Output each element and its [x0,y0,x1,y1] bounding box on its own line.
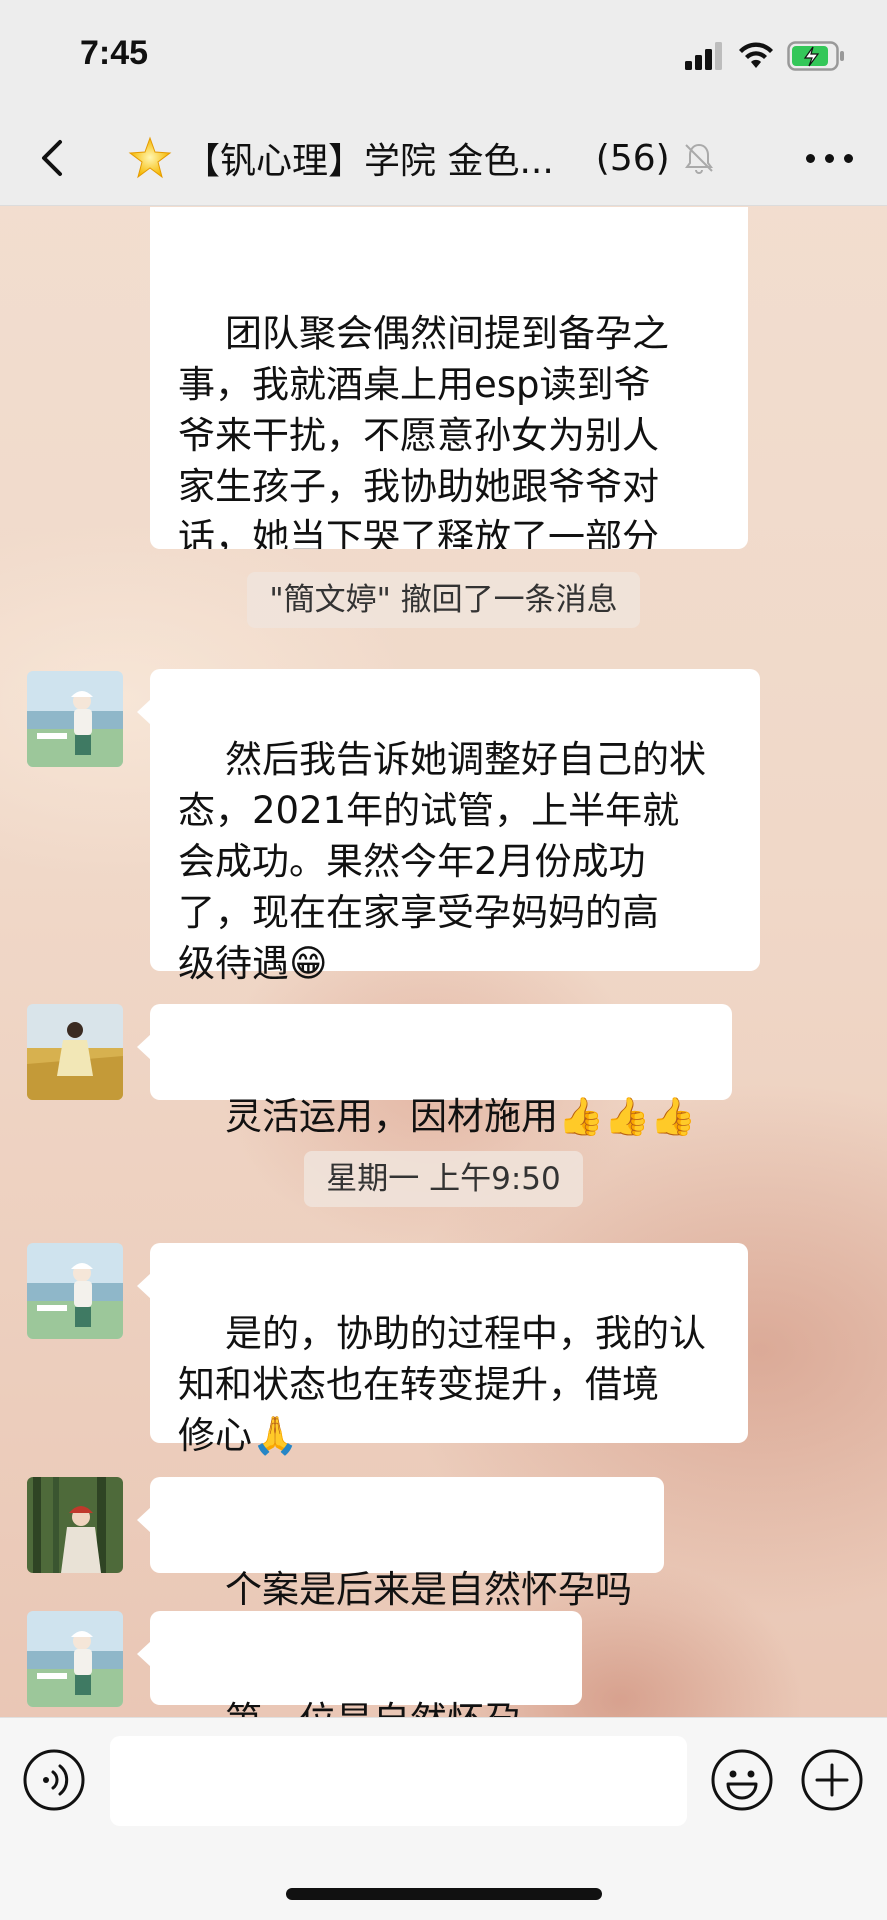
message-text: 是的，协助的过程中，我的认 知和状态也在转变提升，借境 修心🙏 [178,1312,707,1457]
message-bubble[interactable]: 是的，协助的过程中，我的认 知和状态也在转变提升，借境 修心🙏 [137,1243,748,1457]
timestamp: 星期一 上午9:50 [0,1151,887,1207]
plus-icon[interactable] [800,1748,864,1812]
signal-icon [685,42,722,70]
timestamp-text: 星期一 上午9:50 [304,1151,583,1207]
message-text: 灵活运用，因材施用👍👍👍 [225,1095,697,1138]
avatar[interactable] [27,1004,123,1100]
avatar[interactable] [27,1243,123,1339]
message-list[interactable]: 团队聚会偶然间提到备孕之 事，我就酒桌上用esp读到爷 爷来干扰，不愿意孙女为别… [0,207,887,1717]
message-bubble[interactable]: 第一位是自然怀孕的 [137,1611,582,1717]
chat-title: 【钒心理】学院 金色... [184,141,554,182]
star-icon [128,136,172,179]
chat-title-area[interactable]: 【钒心理】学院 金色... (56) [128,134,716,182]
message-bubble[interactable]: 灵活运用，因材施用👍👍👍 [137,1004,732,1138]
chat-header: 【钒心理】学院 金色... (56) [0,110,887,206]
status-time: 7:45 [80,34,149,72]
member-count: (56) [595,137,670,179]
message-text: 然后我告诉她调整好自己的状 态，2021年的试管，上半年就 会成功。果然今年2月… [178,738,707,985]
voice-icon[interactable] [22,1748,86,1812]
status-bar: 7:45 [0,0,887,110]
emoji-icon[interactable] [710,1748,774,1812]
recall-notice: "簡文婷" 撤回了一条消息 [0,572,887,628]
battery-icon [787,41,844,71]
more-icon[interactable] [806,154,853,163]
message-text: 个案是后来是自然怀孕吗 [225,1568,633,1611]
back-icon[interactable] [30,134,78,182]
message-bubble[interactable]: 团队聚会偶然间提到备孕之 事，我就酒桌上用esp读到爷 爷来干扰，不愿意孙女为别… [150,207,748,549]
avatar[interactable] [27,671,123,767]
mute-icon [684,143,713,174]
message-text: 第一位是自然怀孕的 [178,1699,521,1717]
message-bubble[interactable]: 然后我告诉她调整好自己的状 态，2021年的试管，上半年就 会成功。果然今年2月… [137,669,760,985]
message-input[interactable] [110,1736,687,1826]
avatar[interactable] [27,1477,123,1573]
message-bubble[interactable]: 个案是后来是自然怀孕吗 [137,1477,664,1611]
recall-notice-text: "簡文婷" 撤回了一条消息 [247,572,640,628]
avatar[interactable] [27,1611,123,1707]
home-indicator[interactable] [286,1888,602,1900]
status-icons [685,40,845,72]
wifi-icon [739,42,773,68]
message-text: 团队聚会偶然间提到备孕之 事，我就酒桌上用esp读到爷 爷来干扰，不愿意孙女为别… [178,312,670,549]
